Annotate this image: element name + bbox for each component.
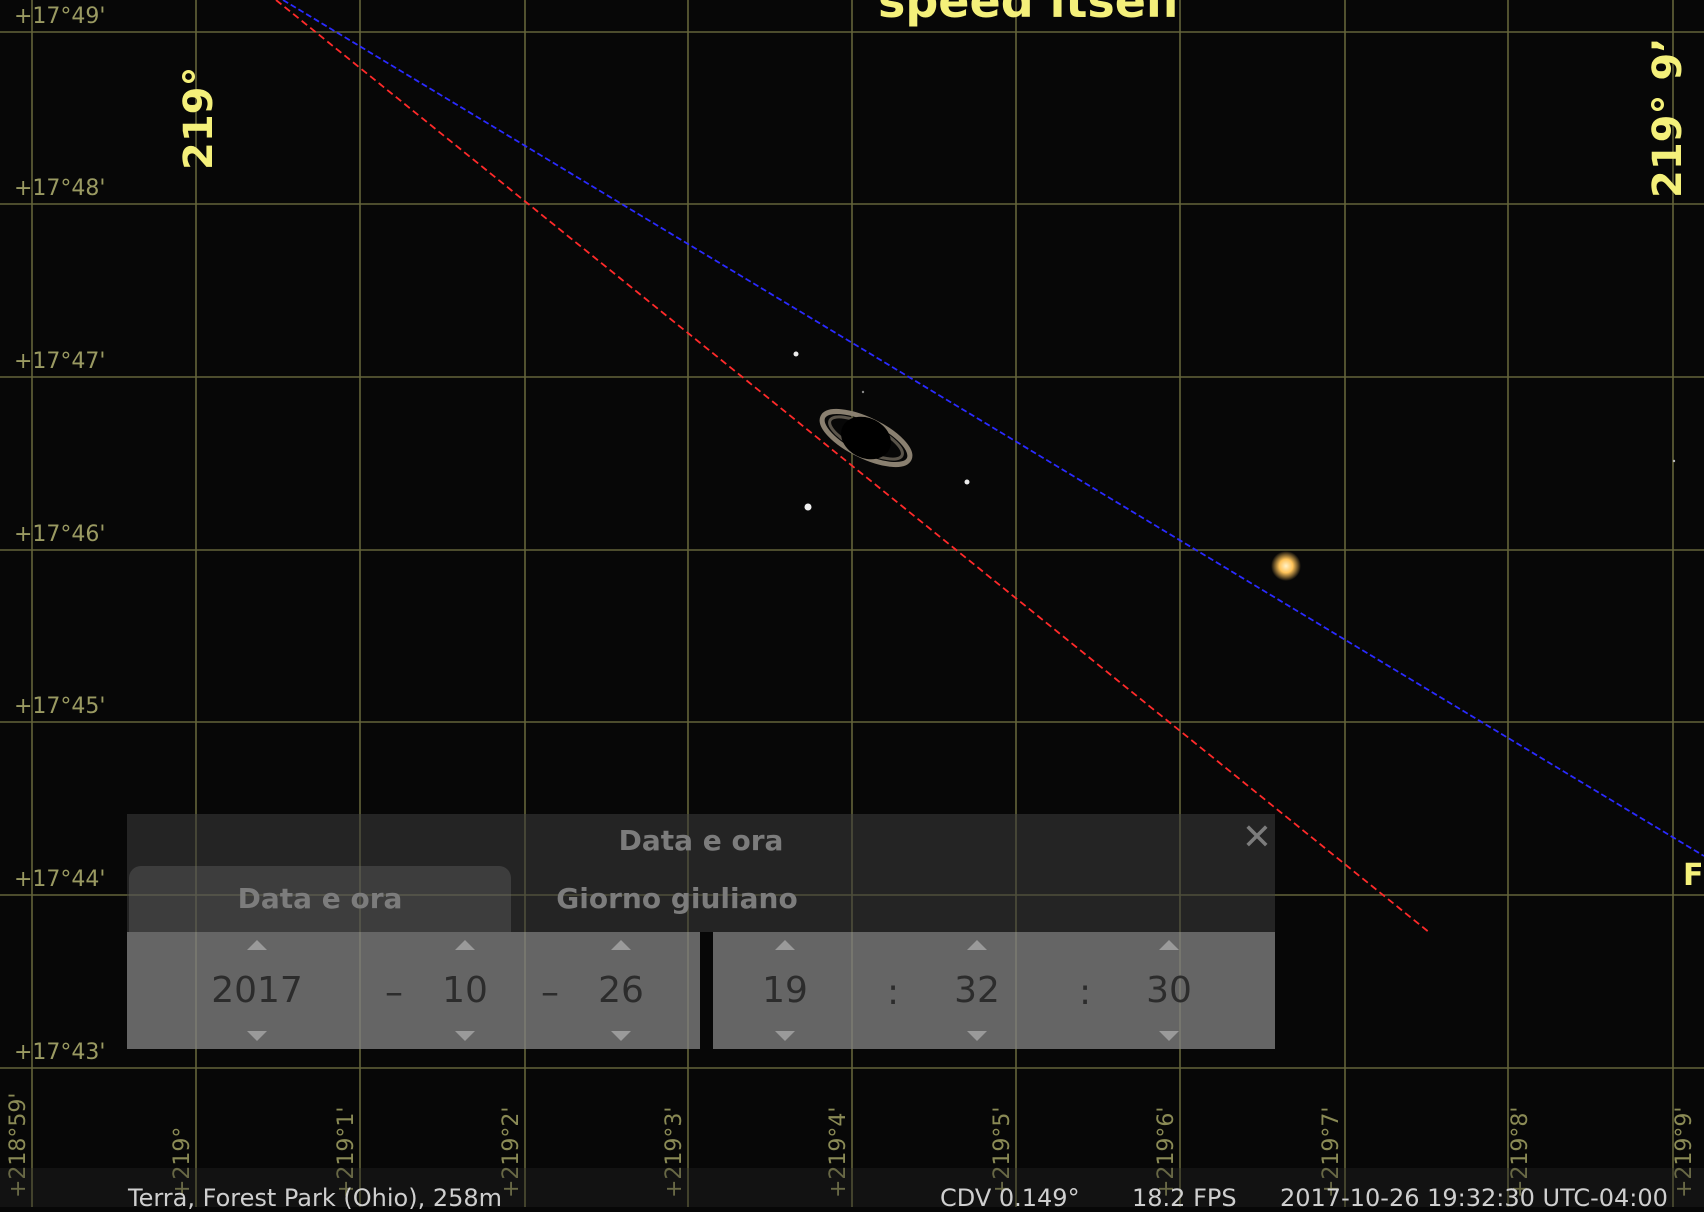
year-value[interactable]: 2017 [192,970,322,1011]
dec-label: +17°48' [14,176,106,201]
fps-status: 18.2 FPS [1132,1184,1237,1212]
equator-line [282,0,1704,857]
dec-label: +17°47' [14,349,106,374]
time-panel: 19 : 32 : 30 [713,932,1275,1049]
saturn-planet[interactable] [814,399,918,477]
decrement-arrow-icon[interactable] [247,1031,267,1041]
increment-arrow-icon[interactable] [455,940,475,950]
year-spinbox[interactable]: 2017 [192,932,322,1049]
ra-big-label-right: 219° 9’ [1645,37,1691,198]
decrement-arrow-icon[interactable] [1159,1031,1179,1041]
day-spinbox[interactable]: 26 [571,932,671,1049]
increment-arrow-icon[interactable] [1159,940,1179,950]
day-value[interactable]: 26 [571,970,671,1011]
time-separator: : [1079,972,1092,1013]
date-separator: – [541,972,559,1013]
minute-spinbox[interactable]: 32 [927,932,1027,1049]
hour-spinbox[interactable]: 19 [735,932,835,1049]
date-separator: – [385,972,403,1013]
increment-arrow-icon[interactable] [247,940,267,950]
faint-star[interactable] [1672,459,1676,463]
decrement-arrow-icon[interactable] [967,1031,987,1041]
hour-value[interactable]: 19 [735,970,835,1011]
dec-label: +17°49' [14,4,106,29]
moon-dot[interactable] [804,503,812,511]
month-spinbox[interactable]: 10 [415,932,515,1049]
datetime-status[interactable]: 2017-10-26 19:32:30 UTC-04:00 [1280,1184,1668,1212]
tab-date-time[interactable]: Data e ora [129,866,511,932]
decrement-arrow-icon[interactable] [455,1031,475,1041]
ecliptic-line [275,0,1431,934]
second-value[interactable]: 30 [1119,970,1219,1011]
dec-label: +17°46' [14,522,106,547]
increment-arrow-icon[interactable] [967,940,987,950]
location-status[interactable]: Terra, Forest Park (Ohio), 258m [128,1184,502,1212]
date-time-dialog: Data e ora ✕ Data e ora Giorno giuliano … [127,814,1275,1049]
dec-label: +17°44' [14,867,106,892]
tab-julian-day[interactable]: Giorno giuliano [527,866,827,932]
sky-caption-text: speed itself [878,0,1182,28]
second-spinbox[interactable]: 30 [1119,932,1219,1049]
dialog-title: Data e ora [618,824,784,857]
increment-arrow-icon[interactable] [775,940,795,950]
star[interactable] [1271,551,1301,581]
close-icon[interactable]: ✕ [1237,818,1277,858]
moon-dot[interactable] [861,390,865,394]
fov-status: CDV 0.149° [940,1184,1080,1212]
decrement-arrow-icon[interactable] [611,1031,631,1041]
dec-label: +17°45' [14,694,106,719]
increment-arrow-icon[interactable] [611,940,631,950]
moon-dot[interactable] [964,479,970,485]
ra-big-label-left: 219° [176,66,222,171]
dec-label: +17°43' [14,1040,106,1065]
time-separator: : [887,972,900,1013]
moon-dot[interactable] [793,351,799,357]
minute-value[interactable]: 32 [927,970,1027,1011]
date-panel: 2017 – 10 – 26 [127,932,700,1049]
decrement-arrow-icon[interactable] [775,1031,795,1041]
month-value[interactable]: 10 [415,970,515,1011]
right-edge-label: F [1683,858,1704,893]
